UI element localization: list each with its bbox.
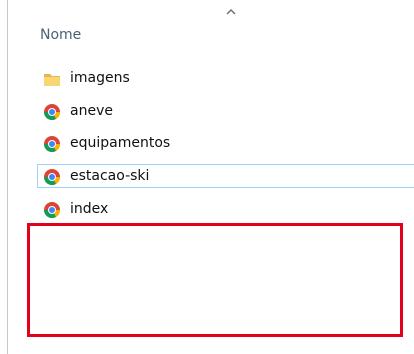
- list-item[interactable]: index: [37, 197, 414, 221]
- chrome-icon: [44, 104, 60, 120]
- chrome-icon: [44, 202, 60, 218]
- list-item-label: estacao-ski: [70, 168, 150, 184]
- list-item-label: index: [70, 201, 109, 217]
- chrome-icon: [44, 169, 60, 185]
- chrome-icon: [44, 136, 60, 152]
- pane-divider: [7, 0, 8, 354]
- list-item[interactable]: imagens: [37, 66, 414, 90]
- list-item-label: equipamentos: [70, 135, 171, 151]
- file-list-pane: Nome imagens aneve equipamentos estacao-…: [0, 0, 414, 354]
- folder-icon: [44, 74, 60, 86]
- list-item-selected[interactable]: estacao-ski: [37, 164, 414, 188]
- list-item-label: imagens: [70, 70, 130, 86]
- column-header-name[interactable]: Nome: [40, 27, 81, 43]
- list-item[interactable]: equipamentos: [37, 131, 414, 155]
- annotation-highlight-box: [27, 223, 403, 337]
- list-item[interactable]: aneve: [37, 99, 414, 123]
- chevron-up-icon[interactable]: [224, 6, 238, 16]
- list-item-label: aneve: [70, 103, 113, 119]
